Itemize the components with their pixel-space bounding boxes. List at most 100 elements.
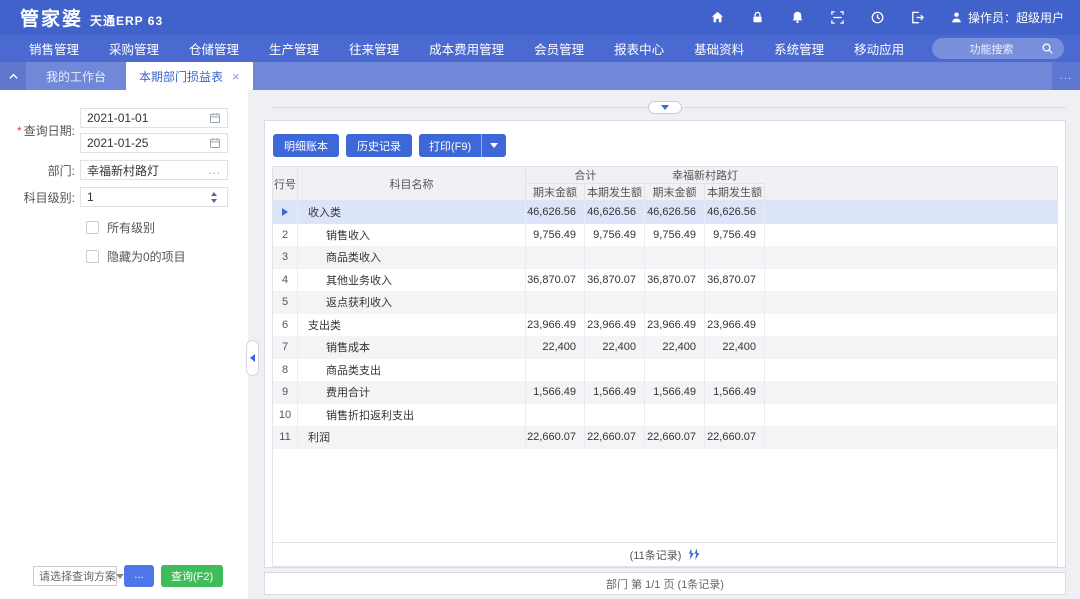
- subject-cell: 商品类支出: [298, 359, 526, 382]
- total-period-amount-cell: [585, 359, 645, 382]
- all-levels-label: 所有级别: [107, 219, 155, 236]
- home-icon[interactable]: [710, 10, 726, 26]
- hide-zero-label: 隐藏为0的项目: [107, 248, 186, 265]
- subject-cell: 利润: [298, 426, 526, 449]
- nav-item[interactable]: 会员管理: [519, 39, 599, 58]
- table-row[interactable]: 7 销售成本 22,400 22,400 22,400 22,400: [273, 336, 1057, 359]
- calendar-icon[interactable]: [209, 137, 221, 149]
- dept-period-amount-cell: 46,626.56: [705, 201, 765, 224]
- total-end-amount-cell: 23,966.49: [526, 314, 585, 337]
- header-subject: 科目名称: [298, 167, 526, 201]
- query-panel: *查询日期: 2021-01-01 2021-01-25: [0, 90, 248, 599]
- table-row[interactable]: 8 商品类支出: [273, 359, 1057, 382]
- query-button[interactable]: 查询(F2): [161, 565, 223, 587]
- table-row[interactable]: 10 销售折扣返利支出: [273, 404, 1057, 427]
- nav-item[interactable]: 基础资料: [679, 39, 759, 58]
- table-row[interactable]: 6 支出类 23,966.49 23,966.49 23,966.49 23,9…: [273, 314, 1057, 337]
- table-row[interactable]: 5 返点获利收入: [273, 291, 1057, 314]
- group-department-label: 幸福新村路灯: [645, 167, 765, 184]
- toolbar-collapse-button[interactable]: [648, 101, 682, 114]
- refresh-icon[interactable]: [687, 548, 700, 561]
- lock-icon[interactable]: [750, 10, 766, 26]
- nav-item[interactable]: 销售管理: [14, 39, 94, 58]
- tab-label: 本期部门损益表: [139, 68, 223, 85]
- date-to-input[interactable]: 2021-01-25: [80, 133, 228, 153]
- close-icon[interactable]: ×: [232, 70, 240, 83]
- header-dept-end-amount: 期末金额: [645, 184, 705, 201]
- clock-icon[interactable]: [870, 10, 886, 26]
- dept-end-amount-cell: [645, 404, 705, 427]
- tab-department-profit-report[interactable]: 本期部门损益表 ×: [126, 62, 253, 90]
- panel-collapse-handle[interactable]: [246, 340, 259, 376]
- dept-period-amount-cell: 9,756.49: [705, 224, 765, 247]
- history-button[interactable]: 历史记录: [346, 134, 412, 157]
- table-row[interactable]: 2 销售收入 9,756.49 9,756.49 9,756.49 9,756.…: [273, 224, 1057, 247]
- dept-end-amount-cell: 1,566.49: [645, 381, 705, 404]
- stepper-down-icon[interactable]: [211, 199, 217, 203]
- subject-cell: 销售成本: [298, 336, 526, 359]
- subject-cell: 其他业务收入: [298, 269, 526, 292]
- table-row[interactable]: 3 商品类收入: [273, 246, 1057, 269]
- nav-item[interactable]: 生产管理: [254, 39, 334, 58]
- table-row[interactable]: 9 费用合计 1,566.49 1,566.49 1,566.49 1,566.…: [273, 381, 1057, 404]
- query-scheme-select[interactable]: 请选择查询方案: [33, 566, 117, 586]
- print-label: 打印(F9): [419, 138, 481, 154]
- scheme-more-button[interactable]: ...: [124, 565, 154, 587]
- total-period-amount-cell: 22,400: [585, 336, 645, 359]
- total-period-amount-cell: [585, 291, 645, 314]
- dept-period-amount-cell: [705, 291, 765, 314]
- header-group-total: 合计 期末金额 本期发生额: [526, 167, 645, 201]
- nav-item[interactable]: 仓储管理: [174, 39, 254, 58]
- logout-icon[interactable]: [910, 10, 926, 26]
- search-placeholder: 功能搜索: [942, 41, 1041, 57]
- scan-icon[interactable]: [830, 10, 846, 26]
- row-number-cell: 2: [273, 224, 298, 247]
- table-row[interactable]: 4 其他业务收入 36,870.07 36,870.07 36,870.07 3…: [273, 269, 1057, 292]
- nav-item[interactable]: 成本费用管理: [414, 39, 519, 58]
- chevron-left-icon: [250, 354, 255, 362]
- nav-item[interactable]: 移动应用: [839, 39, 919, 58]
- report-toolbar: 明细账本 历史记录 打印(F9): [265, 121, 1065, 166]
- group-total-label: 合计: [526, 167, 645, 184]
- current-user[interactable]: 操作员：超级用户: [950, 9, 1064, 26]
- total-end-amount-cell: 22,400: [526, 336, 585, 359]
- tab-my-workspace[interactable]: 我的工作台: [26, 62, 126, 90]
- hide-zero-checkbox[interactable]: [86, 250, 99, 263]
- detail-ledger-button[interactable]: 明细账本: [273, 134, 339, 157]
- chevron-down-icon: [661, 105, 669, 110]
- collapse-tabs-button[interactable]: [0, 62, 26, 90]
- print-button[interactable]: 打印(F9): [419, 134, 506, 157]
- row-number-cell: 7: [273, 336, 298, 359]
- department-input[interactable]: 幸福新村路灯 ...: [80, 160, 228, 180]
- row-number-cell: 8: [273, 359, 298, 382]
- total-end-amount-cell: [526, 291, 585, 314]
- all-levels-checkbox[interactable]: [86, 221, 99, 234]
- level-stepper[interactable]: [207, 192, 221, 203]
- nav-item[interactable]: 系统管理: [759, 39, 839, 58]
- table-header: 行号 科目名称 合计 期末金额 本期发生额 幸福新村路灯 期末金额 本期发生: [273, 167, 1057, 201]
- row-number-cell: [273, 201, 298, 224]
- table-row[interactable]: 收入类 46,626.56 46,626.56 46,626.56 46,626…: [273, 201, 1057, 224]
- tab-overflow-button[interactable]: ...: [1052, 62, 1080, 90]
- bell-icon[interactable]: [790, 10, 806, 26]
- nav-item[interactable]: 报表中心: [599, 39, 679, 58]
- total-period-amount-cell: 36,870.07: [585, 269, 645, 292]
- subject-level-input[interactable]: 1: [80, 187, 228, 207]
- print-dropdown-button[interactable]: [482, 143, 506, 148]
- table-row[interactable]: 11 利润 22,660.07 22,660.07 22,660.07 22,6…: [273, 426, 1057, 449]
- search-icon[interactable]: [1041, 42, 1054, 55]
- app-logo: 管家婆 天通ERP 63: [20, 4, 163, 31]
- row-number-cell: 11: [273, 426, 298, 449]
- dept-period-amount-cell: 22,660.07: [705, 426, 765, 449]
- nav-item[interactable]: 往来管理: [334, 39, 414, 58]
- row-number-cell: 4: [273, 269, 298, 292]
- dept-period-amount-cell: 23,966.49: [705, 314, 765, 337]
- function-search-input[interactable]: 功能搜索: [932, 38, 1064, 59]
- date-from-input[interactable]: 2021-01-01: [80, 108, 228, 128]
- calendar-icon[interactable]: [209, 112, 221, 124]
- pagination-bar: 部门 第 1/1 页 (1条记录): [264, 572, 1066, 595]
- department-picker-button[interactable]: ...: [208, 168, 221, 173]
- stepper-up-icon[interactable]: [211, 192, 217, 196]
- dept-end-amount-cell: 9,756.49: [645, 224, 705, 247]
- nav-item[interactable]: 采购管理: [94, 39, 174, 58]
